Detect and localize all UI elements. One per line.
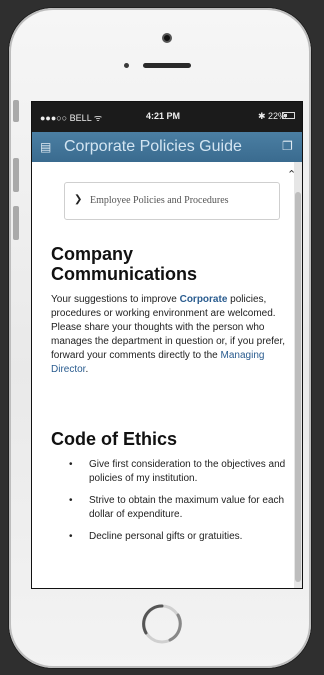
carrier-signal: ●●●○○ BELL ᯤ bbox=[40, 113, 103, 123]
scroll-up-icon[interactable]: ⌃ bbox=[287, 168, 296, 181]
main-content[interactable]: ❯ Employee Policies and Procedures Compa… bbox=[32, 162, 294, 588]
scrollbar-thumb[interactable] bbox=[295, 192, 301, 582]
camera-icon bbox=[162, 33, 172, 43]
corporate-link[interactable]: Corporate bbox=[180, 294, 228, 305]
battery-icon bbox=[282, 112, 295, 119]
app-header: ▤ Corporate Policies Guide ❐ bbox=[32, 132, 302, 162]
mute-switch bbox=[13, 100, 19, 122]
ethics-heading: Code of Ethics bbox=[51, 429, 178, 449]
communications-paragraph: Your suggestions to improve Corporate po… bbox=[51, 294, 286, 375]
status-bar: ●●●○○ BELL ᯤ 4:21 PM ✱ 22% bbox=[32, 102, 302, 132]
page-title: Corporate Policies Guide bbox=[64, 138, 242, 155]
share-icon[interactable]: ❐ bbox=[282, 139, 293, 153]
menu-icon[interactable]: ▤ bbox=[40, 140, 51, 154]
ethics-list: Give first consideration to the objectiv… bbox=[51, 458, 291, 552]
proximity-sensor bbox=[124, 63, 129, 68]
list-item: Decline personal gifts or gratuities. bbox=[51, 530, 291, 544]
volume-down-button bbox=[13, 206, 19, 240]
loading-spinner-icon bbox=[142, 604, 182, 644]
dropdown-label: Employee Policies and Procedures bbox=[90, 195, 229, 206]
communications-heading: Company Communications bbox=[51, 244, 198, 284]
list-item: Strive to obtain the maximum value for e… bbox=[51, 494, 291, 522]
policy-section-dropdown[interactable]: ❯ Employee Policies and Procedures bbox=[64, 182, 280, 220]
earpiece-speaker bbox=[143, 63, 191, 68]
list-item: Give first consideration to the objectiv… bbox=[51, 458, 291, 486]
status-time: 4:21 PM bbox=[146, 111, 181, 121]
chevron-down-icon: ❯ bbox=[74, 194, 83, 205]
phone-screen: ●●●○○ BELL ᯤ 4:21 PM ✱ 22% ▤ Corporate P… bbox=[31, 101, 303, 589]
volume-up-button bbox=[13, 158, 19, 192]
